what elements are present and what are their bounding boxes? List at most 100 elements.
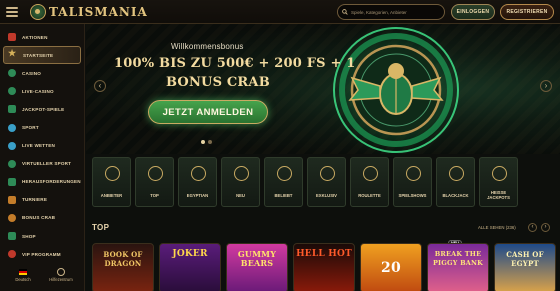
category-heisse-jackpots[interactable]: HEISSE JACKPOTS <box>479 157 518 207</box>
category-beliebt[interactable]: BELIEBT <box>264 157 303 207</box>
login-button[interactable]: EINLOGGEN <box>451 4 495 20</box>
sidebar-item-bonus-crab[interactable]: BONUS CRAB <box>0 209 84 227</box>
star-icon <box>8 48 17 59</box>
sidebar-footer: Deutsch Hilfezentrum <box>0 267 85 291</box>
hot-jackpot-icon <box>492 166 507 181</box>
sidebar-item-label: HERAUSFORDERUNGEN <box>22 179 81 185</box>
gameshow-icon <box>406 166 421 181</box>
trophy-icon <box>8 195 16 204</box>
jackpot-icon <box>8 105 16 114</box>
hero-next-arrow[interactable]: › <box>540 80 552 92</box>
brand-logo[interactable]: TALISMANIA <box>30 3 148 21</box>
section-prev-arrow[interactable]: ‹ <box>528 223 537 232</box>
sidebar-item-label: LIVE-CASINO <box>22 88 54 94</box>
sidebar-item-shop[interactable]: SHOP <box>0 227 84 245</box>
shop-icon <box>8 232 16 241</box>
search-box[interactable] <box>337 4 445 20</box>
category-neu[interactable]: NEU <box>221 157 260 207</box>
help-center-link[interactable]: Hilfezentrum <box>42 267 80 282</box>
sidebar-item-sport[interactable]: SPORT <box>0 118 84 136</box>
exclusive-icon <box>320 166 335 181</box>
roulette-icon <box>363 166 378 181</box>
game-row: BOOK OF DRAGON JOKER GUMMY BEARS HELL HO… <box>92 243 558 291</box>
sidebar-item-aktionen[interactable]: AKTIONEN <box>0 28 84 46</box>
category-spielshows[interactable]: SPIELSHOWS <box>393 157 432 207</box>
game-tile-joker[interactable]: JOKER <box>159 243 221 291</box>
sidebar-item-casino[interactable]: CASINO <box>0 64 84 82</box>
game-tile-hell-hot[interactable]: HELL HOT <box>293 243 355 291</box>
sidebar-item-label: VIRTUELLER SPORT <box>22 161 72 167</box>
live-casino-icon <box>8 87 16 96</box>
new-icon <box>234 166 249 181</box>
scarab-emblem-icon <box>324 24 468 154</box>
sidebar-item-label: BONUS CRAB <box>22 215 56 221</box>
gift-icon <box>8 33 16 42</box>
help-label: Hilfezentrum <box>49 277 73 282</box>
sidebar-item-turniere[interactable]: TURNIERE <box>0 191 84 209</box>
sidebar-item-label: SHOP <box>22 233 36 239</box>
page: TALISMANIA EINLOGGEN REGISTRIEREN AKTION… <box>0 0 560 291</box>
sidebar-item-label: CASINO <box>22 70 42 76</box>
sidebar-item-startseite[interactable]: STARTSEITE <box>3 46 81 65</box>
category-anbieter[interactable]: ANBIETER <box>92 157 131 207</box>
language-selector[interactable]: Deutsch <box>10 267 36 282</box>
live-bet-icon <box>8 141 16 150</box>
sidebar-item-jackpot[interactable]: JACKPOT-SPIELE <box>0 100 84 118</box>
egyptian-icon <box>191 166 206 181</box>
menu-icon[interactable] <box>6 7 18 17</box>
sidebar-item-label: SPORT <box>22 125 39 131</box>
section-next-arrow[interactable]: › <box>541 223 550 232</box>
category-bar: ANBIETER TOP EGYPTIAN NEU BELIEBT EXKLUS… <box>90 157 556 207</box>
sidebar-item-label: LIVE WETTEN <box>22 143 56 149</box>
hero-title-line2: BONUS CRAB <box>166 75 270 90</box>
game-tile-break-the-piggy-bank[interactable]: BREAK THE PIGGY BANK <box>427 243 489 291</box>
providers-icon <box>105 166 120 181</box>
sidebar-item-live-wetten[interactable]: LIVE WETTEN <box>0 137 84 155</box>
slide-dot[interactable] <box>201 140 205 144</box>
casino-chip-icon <box>8 69 16 78</box>
talisman-icon <box>30 4 46 20</box>
top-bar: TALISMANIA EINLOGGEN REGISTRIEREN <box>0 0 560 24</box>
brand-name: TALISMANIA <box>49 5 148 19</box>
category-blackjack[interactable]: BLACKJACK <box>436 157 475 207</box>
sidebar-item-label: STARTSEITE <box>23 52 54 58</box>
language-label: Deutsch <box>15 277 31 282</box>
sidebar-item-virtual-sport[interactable]: VIRTUELLER SPORT <box>0 155 84 173</box>
search-input[interactable] <box>351 9 443 15</box>
section-title-top: TOP <box>92 223 110 232</box>
sidebar-item-vip[interactable]: VIP PROGRAMM <box>0 245 84 263</box>
help-icon <box>57 268 65 276</box>
hero-subtitle: Willkommensbonus <box>171 42 244 51</box>
hero-banner[interactable]: ‹ › Willkommensbonus 100% BIS ZU 500€ + … <box>86 24 560 154</box>
sidebar: AKTIONEN STARTSEITE CASINO LIVE-CASINO J… <box>0 24 85 291</box>
signup-cta-button[interactable]: JETZT ANMELDEN <box>148 100 268 124</box>
top-icon <box>148 166 163 181</box>
see-all-link[interactable]: ALLE SEHEN (236) <box>478 225 516 230</box>
hero-title-line1: 100% BIS ZU 500€ + 200 FS + 1 <box>114 56 356 71</box>
game-tile-gummy-bears[interactable]: GUMMY BEARS <box>226 243 288 291</box>
slide-indicator <box>201 140 215 144</box>
game-tile-cash-of-egypt[interactable]: CASH OF EGYPT <box>494 243 556 291</box>
challenge-icon <box>8 177 16 186</box>
register-button[interactable]: REGISTRIEREN <box>500 4 554 20</box>
german-flag-icon <box>19 269 27 275</box>
vip-icon <box>8 250 16 259</box>
sidebar-item-label: AKTIONEN <box>22 34 48 40</box>
slide-dot[interactable] <box>208 140 212 144</box>
sidebar-item-label: TURNIERE <box>22 197 48 203</box>
virtual-sport-icon <box>8 159 16 168</box>
category-egyptian[interactable]: EGYPTIAN <box>178 157 217 207</box>
category-exklusiv[interactable]: EXKLUSIV <box>307 157 346 207</box>
popular-icon <box>277 166 292 181</box>
crab-icon <box>8 213 16 222</box>
hero-prev-arrow[interactable]: ‹ <box>94 80 106 92</box>
game-tile-20-line-boost[interactable]: 20 <box>360 243 422 291</box>
sidebar-item-challenges[interactable]: HERAUSFORDERUNGEN <box>0 173 84 191</box>
category-roulette[interactable]: ROULETTE <box>350 157 389 207</box>
sidebar-item-live-casino[interactable]: LIVE-CASINO <box>0 82 84 100</box>
blackjack-icon <box>449 166 464 181</box>
sport-ball-icon <box>8 123 16 132</box>
game-tile-book-of-dragon[interactable]: BOOK OF DRAGON <box>92 243 154 291</box>
search-icon <box>342 9 348 15</box>
category-top[interactable]: TOP <box>135 157 174 207</box>
